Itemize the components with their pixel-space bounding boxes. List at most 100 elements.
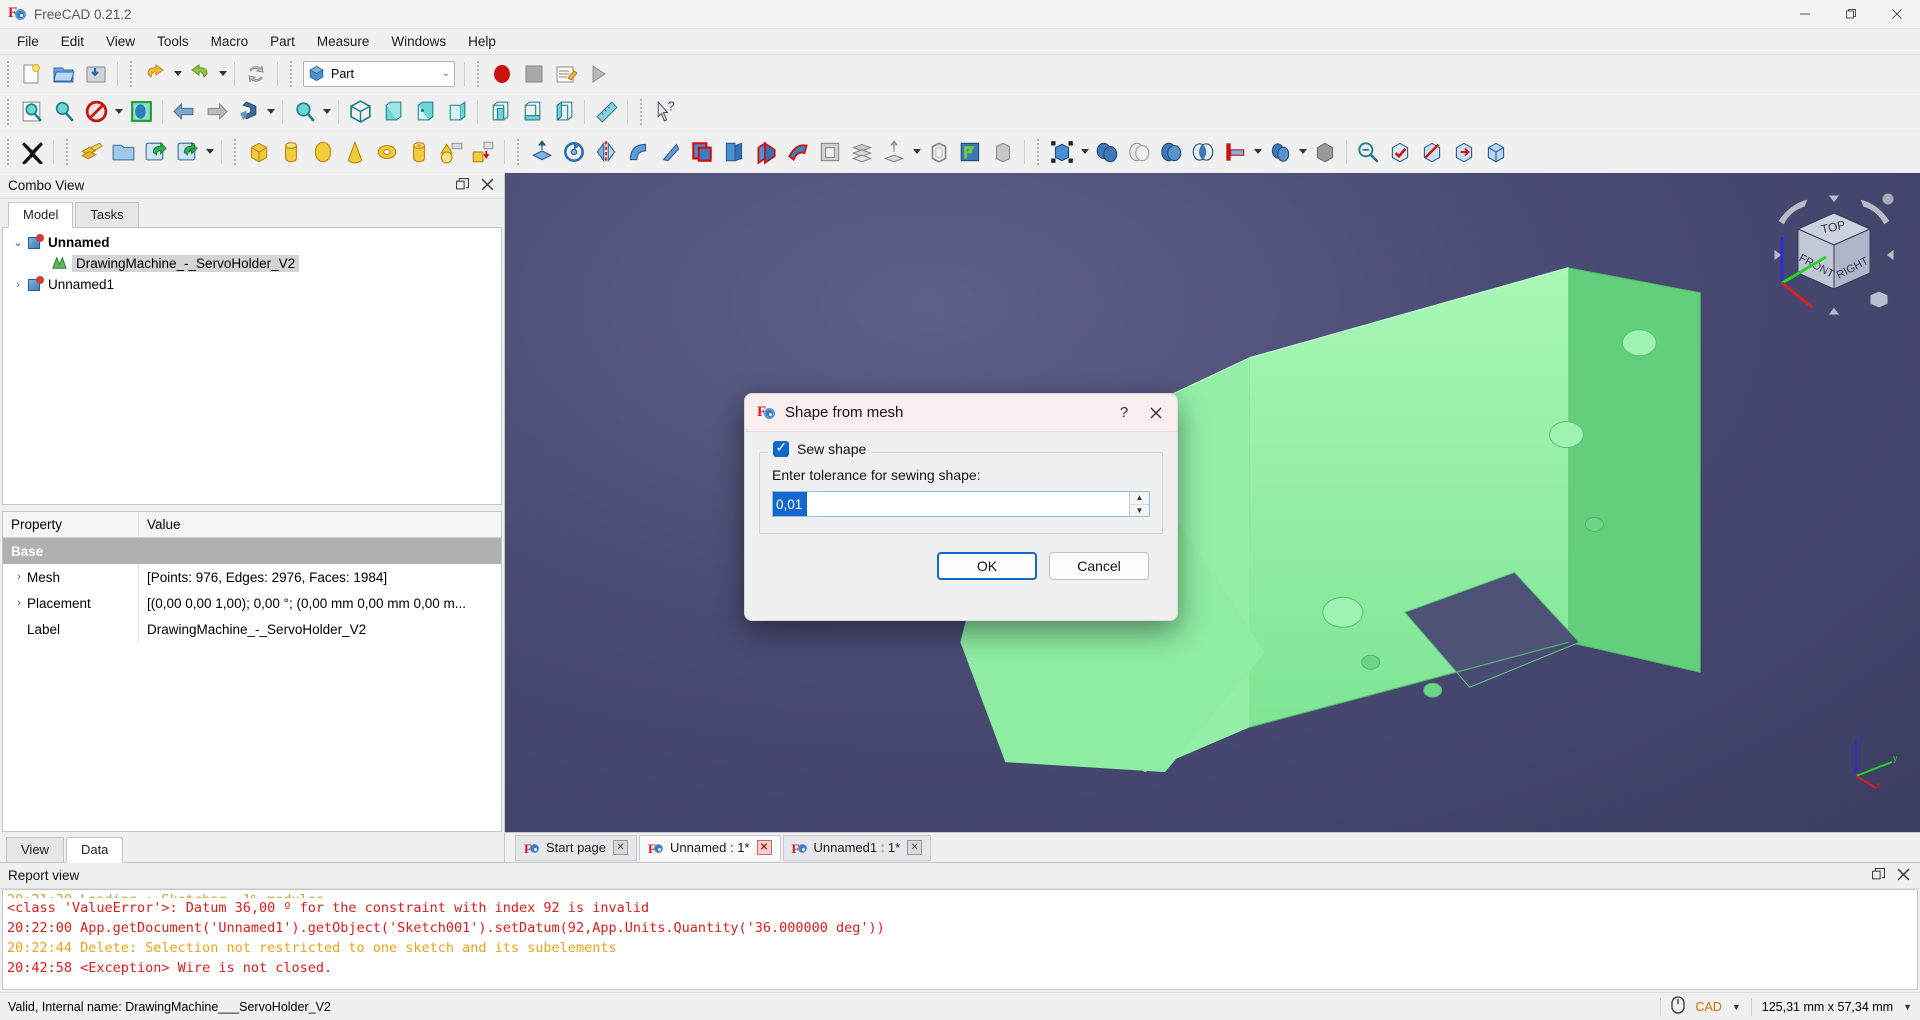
sphere-icon[interactable] — [307, 136, 339, 168]
menu-windows[interactable]: Windows — [380, 31, 457, 52]
toolbar-grip[interactable] — [638, 98, 645, 125]
sew-shape-checkbox-row[interactable]: Sew shape — [768, 439, 872, 457]
tab-view[interactable]: View — [6, 837, 64, 862]
fit-selection-icon[interactable] — [48, 96, 80, 128]
close-icon[interactable] — [481, 178, 494, 194]
toolbar-grip[interactable] — [128, 60, 135, 87]
close-button[interactable] — [1874, 0, 1920, 29]
create-group-icon[interactable] — [107, 136, 139, 168]
rear-view-icon[interactable] — [483, 96, 515, 128]
make-face-icon[interactable] — [686, 136, 718, 168]
tree-item-unnamed1[interactable]: › Unnamed1 — [3, 274, 501, 295]
exit-workbench-icon[interactable] — [16, 136, 48, 168]
offset-dropdown-icon[interactable] — [910, 136, 923, 168]
attachment-dropdown-icon[interactable] — [1078, 136, 1091, 168]
new-document-icon[interactable] — [16, 58, 48, 90]
cylinder-icon[interactable] — [275, 136, 307, 168]
restore-icon[interactable] — [456, 177, 469, 194]
draw-style-icon[interactable] — [80, 96, 112, 128]
chevron-right-icon[interactable]: › — [9, 279, 27, 291]
toolbar-grip[interactable] — [232, 138, 239, 165]
minimize-button[interactable] — [1782, 0, 1828, 29]
menu-tools[interactable]: Tools — [146, 31, 200, 52]
refresh-icon[interactable] — [240, 58, 272, 90]
shape-builder-icon[interactable] — [467, 136, 499, 168]
link-object-group-icon[interactable] — [171, 136, 203, 168]
navigation-cube[interactable]: TOP FRONT RIGHT — [1770, 191, 1898, 319]
tube-icon[interactable] — [403, 136, 435, 168]
save-document-icon[interactable] — [80, 58, 112, 90]
extrude-icon[interactable] — [526, 136, 558, 168]
table-row[interactable]: Label DrawingMachine_-_ServoHolder_V2 — [3, 616, 501, 642]
front-view-icon[interactable] — [376, 96, 408, 128]
chevron-down-icon[interactable]: ⌄ — [9, 236, 27, 249]
dialog-close-button[interactable] — [1141, 399, 1171, 427]
create-part-icon[interactable] — [75, 136, 107, 168]
spin-down-icon[interactable]: ▼ — [1130, 505, 1149, 517]
reverse-shapes-icon[interactable] — [1448, 136, 1480, 168]
isometric-view-icon[interactable] — [344, 96, 376, 128]
boolean-check-icon[interactable] — [1384, 136, 1416, 168]
left-view-icon[interactable] — [547, 96, 579, 128]
model-servoholder[interactable] — [505, 173, 1920, 832]
toolbar-grip[interactable] — [475, 60, 482, 87]
table-row[interactable]: › Mesh [Points: 976, Edges: 2976, Faces: … — [3, 564, 501, 590]
menu-part[interactable]: Part — [259, 31, 306, 52]
tolerance-input[interactable] — [773, 492, 807, 516]
redo-dropdown-icon[interactable] — [216, 58, 229, 90]
box-icon[interactable] — [243, 136, 275, 168]
close-icon[interactable] — [1897, 868, 1910, 884]
property-table[interactable]: Property Value Base › Mesh [Points: 976, … — [2, 511, 502, 832]
spinbox-arrows[interactable]: ▲ ▼ — [1129, 492, 1149, 516]
tab-unnamed[interactable]: F Unnamed : 1* ✕ — [639, 834, 781, 861]
chevron-right-icon[interactable]: › — [11, 597, 27, 609]
tab-data[interactable]: Data — [65, 837, 124, 863]
whats-this-icon[interactable]: ? — [649, 96, 681, 128]
fillet-icon[interactable] — [622, 136, 654, 168]
loft-icon[interactable] — [750, 136, 782, 168]
cancel-button[interactable]: Cancel — [1049, 552, 1149, 580]
open-document-icon[interactable] — [48, 58, 80, 90]
chamfer-icon[interactable] — [654, 136, 686, 168]
split-icon[interactable] — [1264, 136, 1296, 168]
torus-icon[interactable] — [371, 136, 403, 168]
tree-item-unnamed[interactable]: ⌄ Unnamed — [3, 232, 501, 253]
boolean-intersect-icon[interactable] — [1187, 136, 1219, 168]
undo-icon[interactable] — [139, 58, 171, 90]
split-dropdown-icon[interactable] — [1296, 136, 1309, 168]
defeaturing-icon[interactable] — [1352, 136, 1384, 168]
toolbar-grip[interactable] — [5, 60, 12, 87]
restore-icon[interactable] — [1872, 867, 1885, 884]
macro-record-icon[interactable] — [486, 58, 518, 90]
menu-macro[interactable]: Macro — [200, 31, 260, 52]
axonometric-dropdown-icon[interactable] — [264, 96, 277, 128]
menu-edit[interactable]: Edit — [50, 31, 95, 52]
menu-view[interactable]: View — [95, 31, 146, 52]
set-appearance-icon[interactable] — [125, 96, 157, 128]
join-connect-icon[interactable] — [1219, 136, 1251, 168]
right-view-icon[interactable] — [440, 96, 472, 128]
mesh-to-shape-icon[interactable] — [1480, 136, 1512, 168]
top-view-icon[interactable] — [408, 96, 440, 128]
thickness-icon[interactable] — [923, 136, 955, 168]
boolean-common-icon[interactable] — [1155, 136, 1187, 168]
help-button[interactable]: ? — [1109, 399, 1139, 427]
draw-style-dropdown-icon[interactable] — [112, 96, 125, 128]
macro-execute-icon[interactable] — [582, 58, 614, 90]
measure-icon[interactable] — [590, 96, 622, 128]
zoom-box-icon[interactable] — [288, 96, 320, 128]
boolean-icon[interactable] — [955, 136, 987, 168]
refine-shape-icon[interactable] — [1416, 136, 1448, 168]
macro-edit-icon[interactable] — [550, 58, 582, 90]
undo-dropdown-icon[interactable] — [171, 58, 184, 90]
fit-all-icon[interactable] — [16, 96, 48, 128]
std-view-forward-icon[interactable] — [200, 96, 232, 128]
boolean-union-icon[interactable] — [1091, 136, 1123, 168]
tab-model[interactable]: Model — [8, 202, 74, 228]
tree-item-servoholder[interactable]: DrawingMachine_-_ServoHolder_V2 — [3, 253, 501, 274]
menu-help[interactable]: Help — [457, 31, 507, 52]
zoom-dropdown-icon[interactable] — [320, 96, 333, 128]
toolbar-grip[interactable] — [64, 138, 71, 165]
redo-icon[interactable] — [184, 58, 216, 90]
property-group-base[interactable]: Base — [3, 538, 501, 564]
